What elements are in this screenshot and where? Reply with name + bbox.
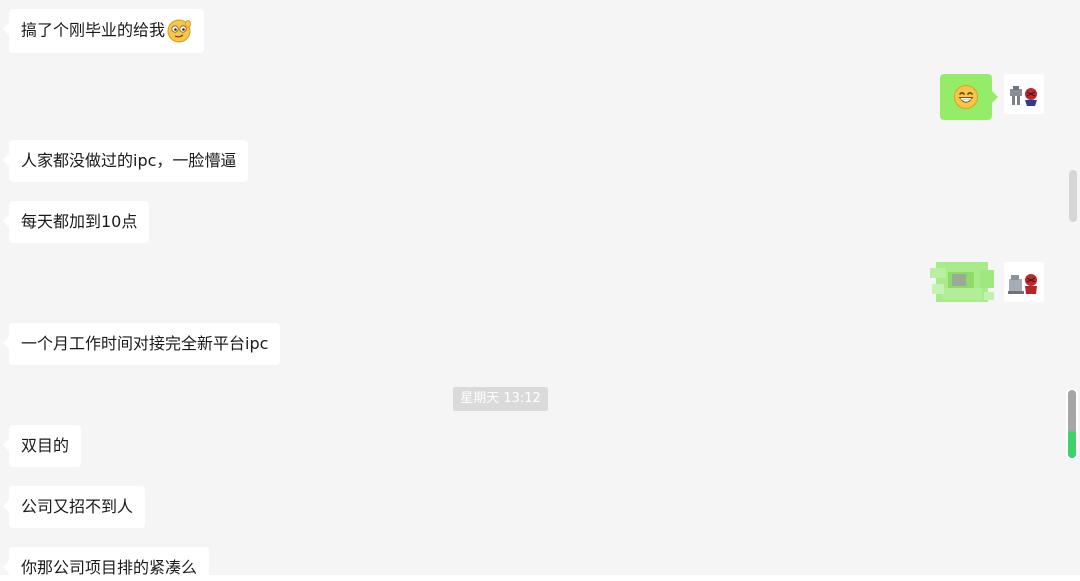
message-text: 双目的 [21, 436, 70, 455]
smirk-face-emoji-icon [167, 19, 191, 43]
chat-message-list[interactable]: 搞了个刚毕业的给我 人家都没做过的ipc，一脸懵逼 每天都加到10点 一个月工作… [0, 0, 1080, 581]
avatar-image-icon [1010, 86, 1037, 106]
scrollbar-thumb[interactable] [1069, 170, 1077, 222]
incoming-message[interactable]: 公司又招不到人 [2, 486, 146, 528]
scroll-position-indicator[interactable] [1066, 388, 1078, 460]
avatar[interactable] [1004, 262, 1044, 302]
blurred-image-message[interactable] [926, 258, 998, 306]
incoming-message[interactable]: 双目的 [2, 425, 82, 467]
message-text: 公司又招不到人 [21, 497, 134, 516]
message-text: 每天都加到10点 [21, 212, 138, 231]
incoming-message[interactable]: 一个月工作时间对接完全新平台ipc [2, 323, 281, 365]
timestamp-divider: 星期天 13:12 [453, 387, 548, 411]
scroll-progress-fill [1068, 430, 1076, 458]
bubble-tail [992, 91, 998, 103]
avatar[interactable] [1004, 74, 1044, 114]
message-text: 人家都没做过的ipc，一脸懵逼 [21, 151, 237, 170]
grin-face-emoji-icon [954, 85, 978, 109]
scroll-track [1068, 390, 1076, 458]
message-text: 搞了个刚毕业的给我 [21, 20, 166, 40]
input-area-edge [0, 575, 1080, 581]
message-text: 一个月工作时间对接完全新平台ipc [21, 334, 269, 353]
avatar-image-icon [1008, 274, 1037, 294]
incoming-message[interactable]: 每天都加到10点 [2, 201, 150, 243]
outgoing-message[interactable] [940, 74, 992, 120]
incoming-message[interactable]: 搞了个刚毕业的给我 [2, 9, 205, 53]
incoming-message[interactable]: 人家都没做过的ipc，一脸懵逼 [2, 140, 249, 182]
